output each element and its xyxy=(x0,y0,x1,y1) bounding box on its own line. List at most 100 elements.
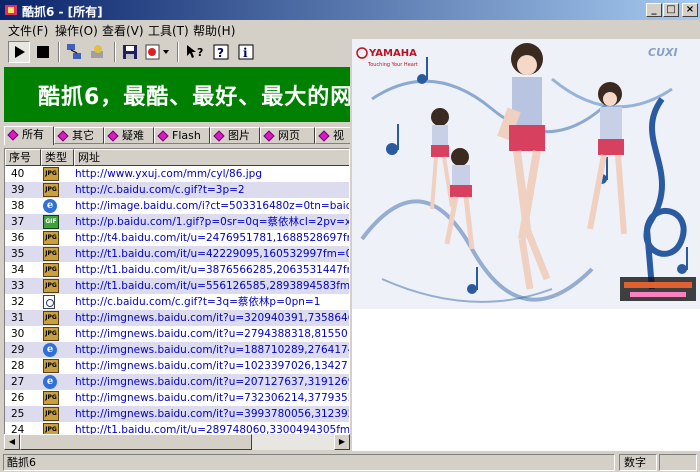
menu-bar: 文件(F) 操作(O) 查看(V) 工具(T) 帮助(H) xyxy=(0,20,700,39)
play-button[interactable] xyxy=(8,41,30,63)
menu-tools[interactable]: 工具(T) xyxy=(148,22,189,39)
cuxi-logo: CUXI xyxy=(648,46,678,59)
row-url[interactable]: http://imgnews.baidu.com/it?u=1023397026… xyxy=(75,358,349,374)
row-number: 35 xyxy=(11,248,25,260)
diamond-icon xyxy=(7,129,19,141)
table-row[interactable]: 28 JPG http://imgnews.baidu.com/it?u=10233… xyxy=(5,358,349,374)
column-header-type[interactable]: 类型 xyxy=(41,149,74,166)
row-url[interactable]: http://imgnews.baidu.com/it?u=3993780056… xyxy=(75,406,349,422)
row-url[interactable]: http://t1.baidu.com/it/u=42229095,160532… xyxy=(75,246,349,262)
wrench-icon xyxy=(91,45,103,58)
close-button[interactable]: × xyxy=(682,3,698,17)
table-row[interactable]: 38 e http://image.baidu.com/i?ct=503316480… xyxy=(5,198,349,214)
stop-button[interactable] xyxy=(32,41,54,63)
menu-file[interactable]: 文件(F) xyxy=(8,22,48,39)
maximize-button[interactable]: □ xyxy=(663,3,679,17)
tab-flash[interactable]: Flash xyxy=(154,127,210,144)
help-button[interactable]: ? xyxy=(210,41,232,63)
tab-label: 网页 xyxy=(278,129,300,142)
row-url[interactable]: http://t1.baidu.com/it/u=3876566285,2063… xyxy=(75,262,349,278)
column-header-no[interactable]: 序号 xyxy=(5,149,41,166)
stop-icon xyxy=(37,46,49,58)
tab-label: 所有 xyxy=(22,128,44,141)
row-number: 26 xyxy=(11,392,25,404)
tab-images[interactable]: 图片 xyxy=(210,127,260,144)
row-url[interactable]: http://c.baidu.com/c.gif?t=3q=蔡依林p=0pn=1 xyxy=(75,294,349,310)
row-url[interactable]: http://imgnews.baidu.com/it?u=188710289,… xyxy=(75,342,349,358)
title-bar[interactable]: 酷抓6 - [所有] _ □ × xyxy=(0,0,700,20)
toolbar: ? ? i xyxy=(0,39,350,67)
document-icon xyxy=(43,295,59,309)
window-title: 酷抓6 - [所有] xyxy=(22,5,103,19)
horizontal-scrollbar[interactable]: ◀ ▶ xyxy=(4,434,350,450)
jpg-file-icon: JPG xyxy=(43,167,59,181)
row-url[interactable]: http://imgnews.baidu.com/it?u=732306214,… xyxy=(75,390,349,406)
tab-difficult[interactable]: 疑难 xyxy=(104,127,154,144)
table-row[interactable]: 31 JPG http://imgnews.baidu.com/it?u=32094… xyxy=(5,310,349,326)
table-row[interactable]: 39 JPG http://c.baidu.com/c.gif?t=3p=2 xyxy=(5,182,349,198)
table-row[interactable]: 34 JPG http://t1.baidu.com/it/u=3876566285… xyxy=(5,262,349,278)
tab-video[interactable]: 视 xyxy=(315,127,350,144)
jpg-file-icon: JPG xyxy=(43,391,59,405)
tab-all[interactable]: 所有 xyxy=(4,126,54,145)
tools-button[interactable] xyxy=(87,41,109,63)
url-list[interactable]: 序号 类型 网址 40 JPG http://www.yxuj.com/mm/cyl… xyxy=(4,148,350,448)
status-bar: 酷抓6 数字 xyxy=(0,452,700,472)
row-url[interactable]: http://www.yxuj.com/mm/cyl/86.jpg xyxy=(75,166,349,182)
tab-other[interactable]: 其它 xyxy=(54,127,104,144)
menu-view[interactable]: 查看(V) xyxy=(102,22,144,39)
table-row[interactable]: 32 http://c.baidu.com/c.gif?t=3q=蔡依林p=0pn… xyxy=(5,294,349,310)
status-text: 酷抓6 xyxy=(3,454,615,471)
tab-label: 图片 xyxy=(228,129,250,142)
scroll-thumb[interactable] xyxy=(20,434,252,450)
menu-help[interactable]: 帮助(H) xyxy=(193,22,235,39)
category-tabs: 所有 其它 疑难 Flash 图片 网页 视 xyxy=(4,126,350,145)
pointer-help-icon: ? xyxy=(187,45,203,59)
table-row[interactable]: 27 e http://imgnews.baidu.com/it?u=2071276… xyxy=(5,374,349,390)
row-url[interactable]: http://imgnews.baidu.com/it?u=320940391,… xyxy=(75,310,349,326)
row-url[interactable]: http://imgnews.baidu.com/it?u=207127637,… xyxy=(75,374,349,390)
row-url[interactable]: http://c.baidu.com/c.gif?t=3p=2 xyxy=(75,182,349,198)
row-url[interactable]: http://image.baidu.com/i?ct=503316480z=0… xyxy=(75,198,349,214)
network-icon xyxy=(67,44,81,59)
table-row[interactable]: 29 e http://imgnews.baidu.com/it?u=1887102… xyxy=(5,342,349,358)
toolbar-separator xyxy=(58,42,60,62)
minimize-button[interactable]: _ xyxy=(646,3,662,17)
scroll-left-button[interactable]: ◀ xyxy=(4,434,20,450)
table-row[interactable]: 25 JPG http://imgnews.baidu.com/it?u=39937… xyxy=(5,406,349,422)
row-url[interactable]: http://t4.baidu.com/it/u=2476951781,1688… xyxy=(75,230,349,246)
table-row[interactable]: 35 JPG http://t1.baidu.com/it/u=42229095,1… xyxy=(5,246,349,262)
table-row[interactable]: 33 JPG http://t1.baidu.com/it/u=556126585,… xyxy=(5,278,349,294)
row-url[interactable]: http://imgnews.baidu.com/it?u=2794388318… xyxy=(75,326,349,342)
table-row[interactable]: 30 JPG http://imgnews.baidu.com/it?u=27943… xyxy=(5,326,349,342)
tab-label: 其它 xyxy=(72,129,94,142)
record-dropdown-button[interactable] xyxy=(143,41,173,63)
tab-webpages[interactable]: 网页 xyxy=(260,127,315,144)
app-icon xyxy=(5,5,17,15)
tab-label: Flash xyxy=(172,129,201,142)
marquee-banner: 酷抓6，最酷、最好、最大的网址 xyxy=(4,67,350,122)
watermark-stamp xyxy=(624,282,692,288)
scroll-right-button[interactable]: ▶ xyxy=(334,434,350,450)
whats-this-button[interactable]: ? xyxy=(184,41,206,63)
table-row[interactable]: 26 JPG http://imgnews.baidu.com/it?u=73230… xyxy=(5,390,349,406)
jpg-file-icon: JPG xyxy=(43,279,59,293)
table-row[interactable]: 36 JPG http://t4.baidu.com/it/u=2476951781… xyxy=(5,230,349,246)
table-row[interactable]: 37 GIF http://p.baidu.com/1.gif?p=0sr=0q=蔡… xyxy=(5,214,349,230)
row-url[interactable]: http://t1.baidu.com/it/u=556126585,28938… xyxy=(75,278,349,294)
save-button[interactable] xyxy=(119,41,141,63)
row-url[interactable]: http://p.baidu.com/1.gif?p=0sr=0q=蔡依林cl=… xyxy=(75,214,349,230)
row-number: 32 xyxy=(11,296,25,308)
yamaha-logo: YAMAHA xyxy=(368,48,417,59)
toolbar-separator xyxy=(177,42,179,62)
table-row[interactable]: 40 JPG http://www.yxuj.com/mm/cyl/86.jpg xyxy=(5,166,349,182)
diamond-icon xyxy=(157,130,169,142)
column-header-url[interactable]: 网址 xyxy=(74,149,349,166)
info-button[interactable]: i xyxy=(235,41,257,63)
row-number: 33 xyxy=(11,280,25,292)
network-button[interactable] xyxy=(63,41,85,63)
diamond-icon xyxy=(263,130,275,142)
row-number: 30 xyxy=(11,328,25,340)
banner-text: 酷抓6，最酷、最好、最大的网址 xyxy=(38,85,350,110)
menu-operation[interactable]: 操作(O) xyxy=(55,22,98,39)
